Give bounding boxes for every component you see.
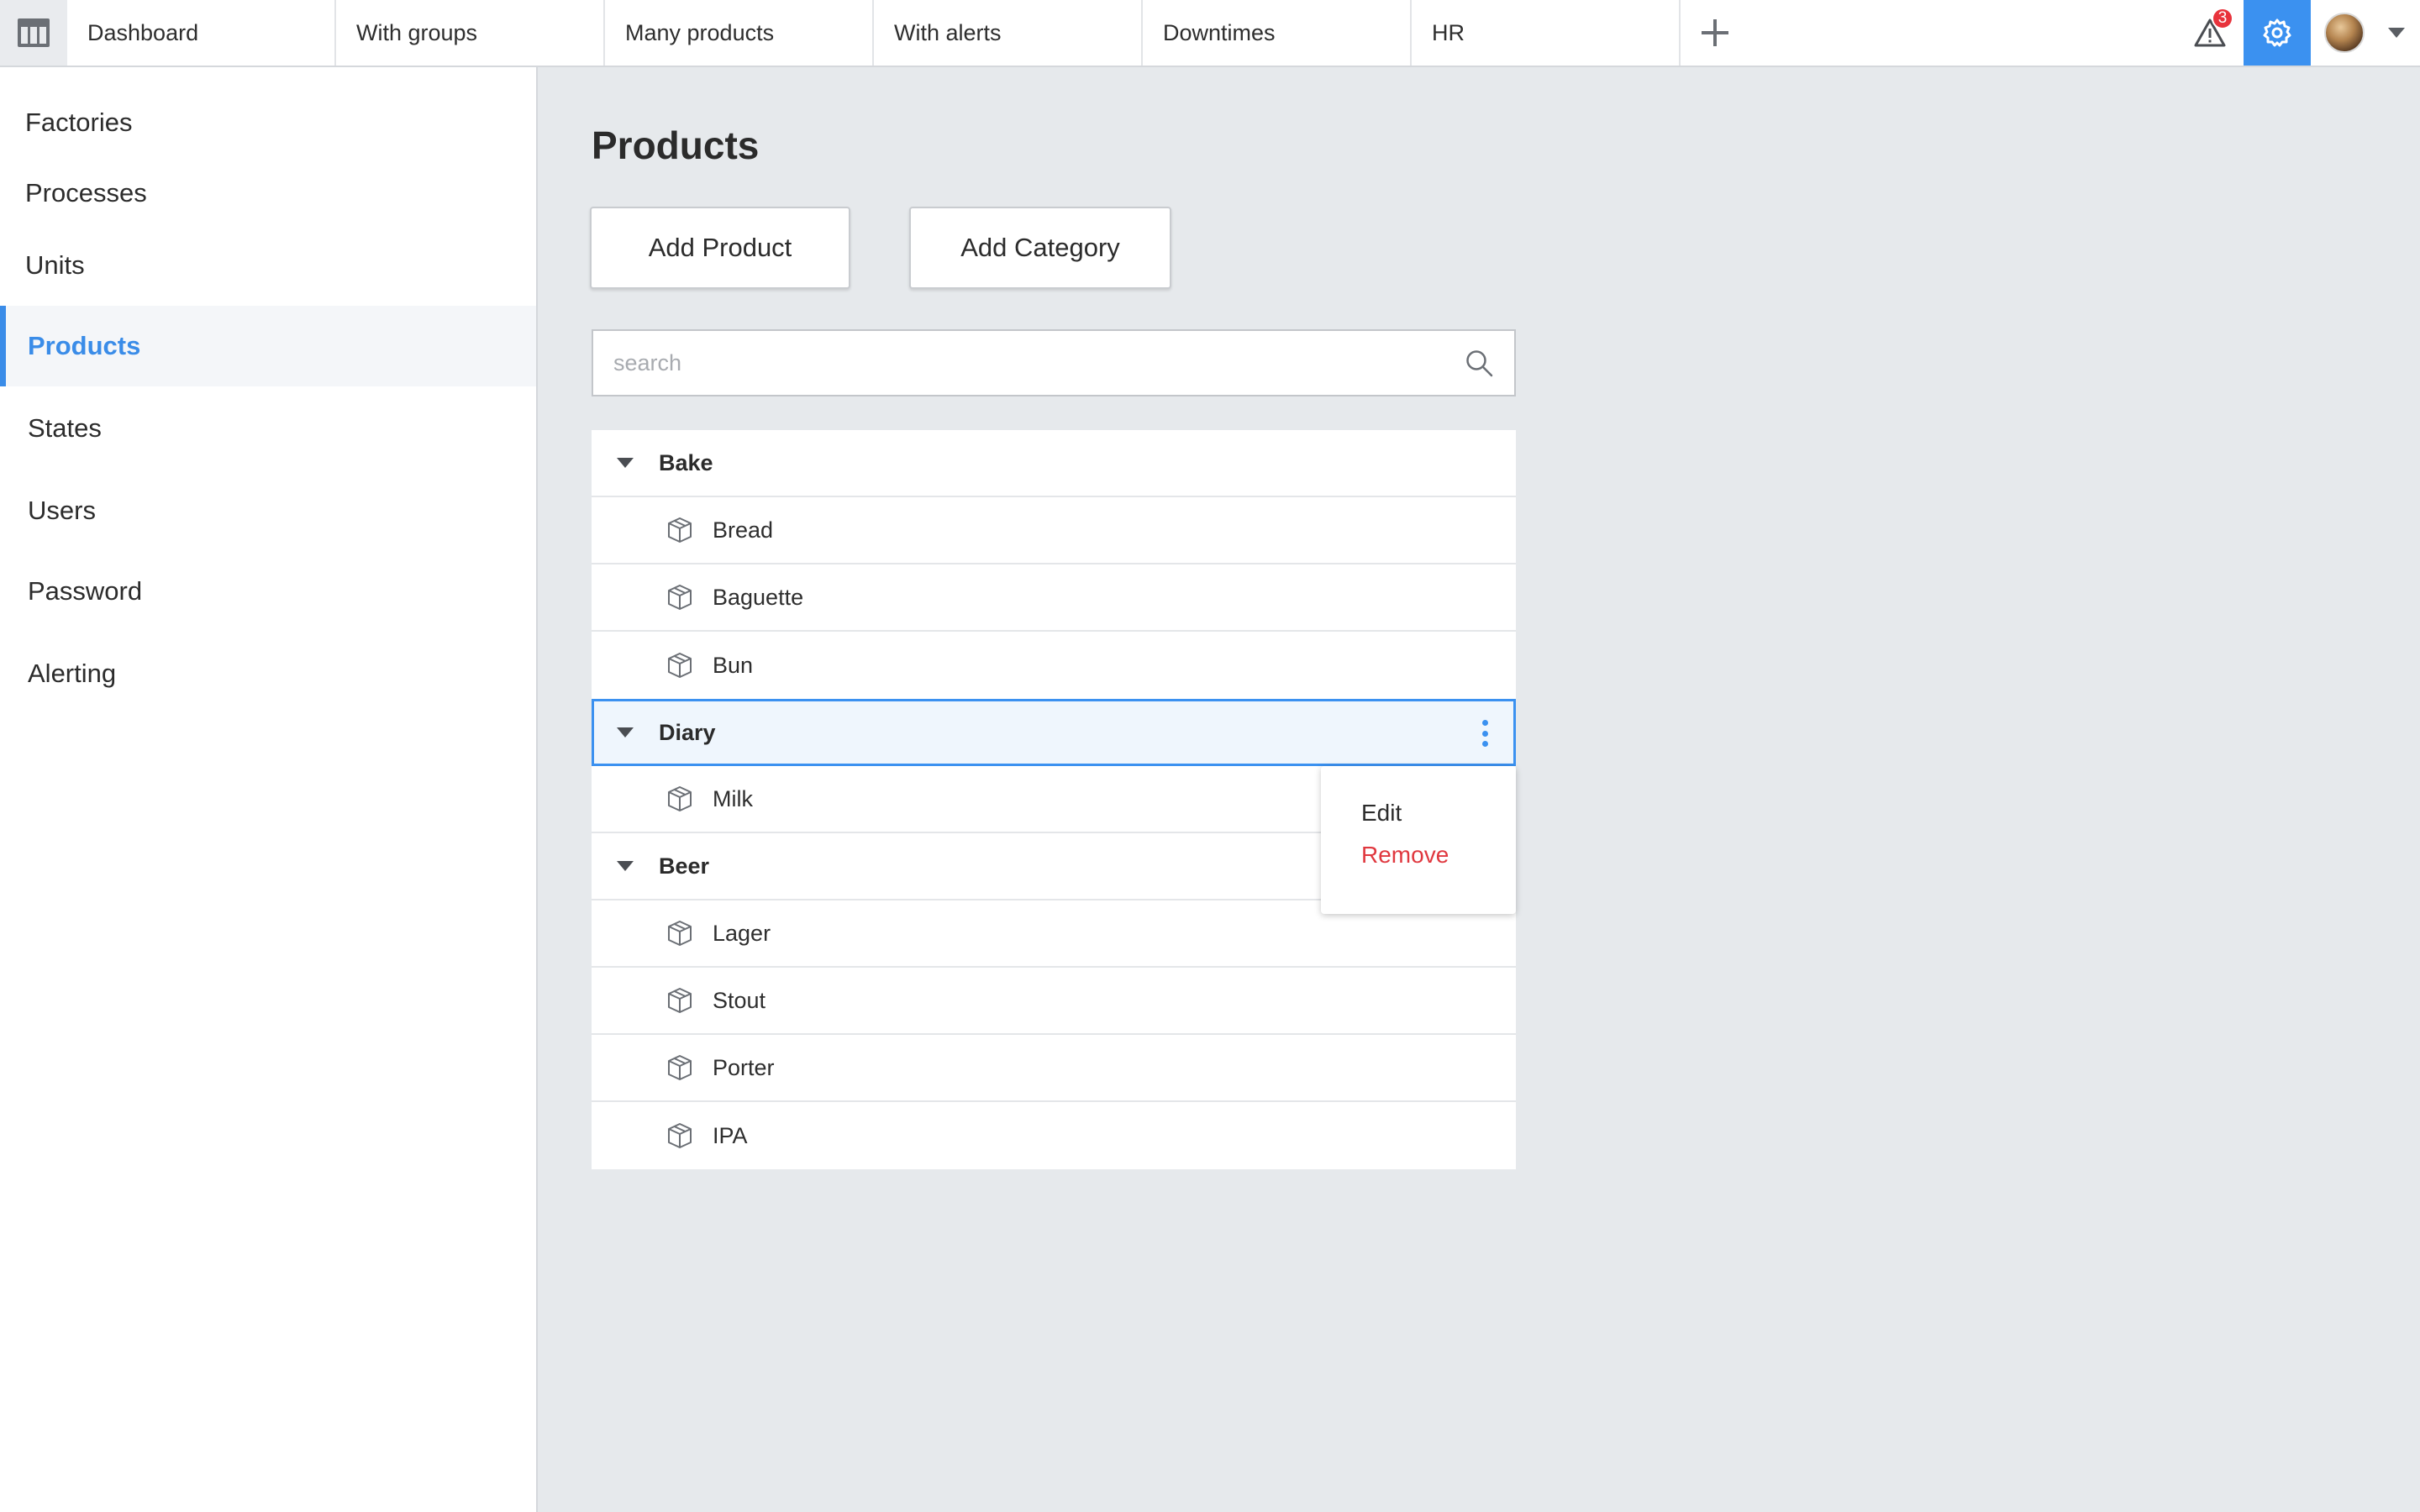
page-title: Products — [592, 123, 760, 167]
tab-with-groups[interactable]: With groups — [336, 0, 605, 66]
item-label: Milk — [713, 785, 753, 811]
package-icon — [668, 653, 692, 678]
search-icon[interactable] — [1464, 348, 1494, 378]
group-label: Diary — [659, 719, 716, 745]
plus-icon — [1702, 19, 1728, 46]
search-box — [592, 329, 1516, 396]
tree-group-bake[interactable]: Bake — [592, 430, 1516, 497]
caret-down-icon[interactable] — [617, 727, 634, 738]
add-product-button[interactable]: Add Product — [590, 207, 850, 289]
top-bar: Dashboard With groups Many products With… — [0, 0, 2420, 67]
tab-many-products[interactable]: Many products — [605, 0, 874, 66]
menu-item-remove[interactable]: Remove — [1361, 842, 1516, 884]
tree-item-baguette[interactable]: Baguette — [592, 564, 1516, 632]
sidebar: Factories Processes Units Products State… — [0, 67, 538, 1512]
alerts-button[interactable]: 3 — [2176, 0, 2244, 66]
avatar — [2324, 13, 2365, 53]
tree-group-diary[interactable]: Diary — [592, 699, 1516, 766]
menu-item-edit[interactable]: Edit — [1361, 800, 1516, 842]
item-label: Bun — [713, 652, 754, 678]
item-label: Bread — [713, 517, 774, 543]
package-icon — [668, 988, 692, 1013]
sidebar-item-factories[interactable]: Factories — [0, 82, 536, 163]
app-grid-button[interactable] — [0, 0, 67, 66]
sidebar-item-users[interactable]: Users — [0, 470, 536, 551]
caret-down-icon[interactable] — [617, 861, 634, 871]
item-label: Baguette — [713, 584, 804, 610]
caret-down-icon[interactable] — [617, 458, 634, 468]
tab-with-alerts[interactable]: With alerts — [874, 0, 1143, 66]
chevron-down-icon — [2388, 28, 2405, 38]
item-label: IPA — [713, 1122, 748, 1148]
settings-button[interactable] — [2244, 0, 2311, 66]
sidebar-item-products[interactable]: Products — [0, 306, 536, 386]
sidebar-item-password[interactable]: Password — [0, 551, 536, 632]
user-menu-button[interactable] — [2311, 0, 2420, 66]
tab-dashboard[interactable]: Dashboard — [67, 0, 336, 66]
alert-count-badge: 3 — [2212, 8, 2233, 29]
more-options-icon[interactable] — [1476, 717, 1493, 750]
sidebar-item-alerting[interactable]: Alerting — [0, 633, 536, 714]
package-icon — [668, 1123, 692, 1148]
package-icon — [668, 517, 692, 543]
package-icon — [668, 1055, 692, 1080]
item-label: Porter — [713, 1054, 775, 1080]
tree-item-stout[interactable]: Stout — [592, 968, 1516, 1035]
sidebar-item-units[interactable]: Units — [0, 225, 536, 306]
add-tab-button[interactable] — [1681, 0, 1749, 66]
package-icon — [668, 585, 692, 610]
group-label: Bake — [659, 449, 713, 475]
item-label: Stout — [713, 987, 766, 1013]
group-label: Beer — [659, 853, 710, 879]
package-icon — [668, 786, 692, 811]
sidebar-item-states[interactable]: States — [0, 388, 536, 469]
table-layout-icon — [18, 18, 50, 47]
item-label: Lager — [713, 920, 771, 946]
package-icon — [668, 921, 692, 946]
tab-hr[interactable]: HR — [1412, 0, 1681, 66]
sidebar-item-processes[interactable]: Processes — [0, 153, 536, 234]
gear-icon — [2263, 18, 2291, 47]
context-menu: Edit Remove — [1321, 766, 1516, 914]
tree-item-porter[interactable]: Porter — [592, 1035, 1516, 1102]
tab-downtimes[interactable]: Downtimes — [1143, 0, 1412, 66]
tree-item-bun[interactable]: Bun — [592, 632, 1516, 699]
add-category-button[interactable]: Add Category — [909, 207, 1171, 289]
search-input[interactable] — [613, 349, 1464, 376]
tree-item-bread[interactable]: Bread — [592, 497, 1516, 564]
tree-item-ipa[interactable]: IPA — [592, 1102, 1516, 1169]
